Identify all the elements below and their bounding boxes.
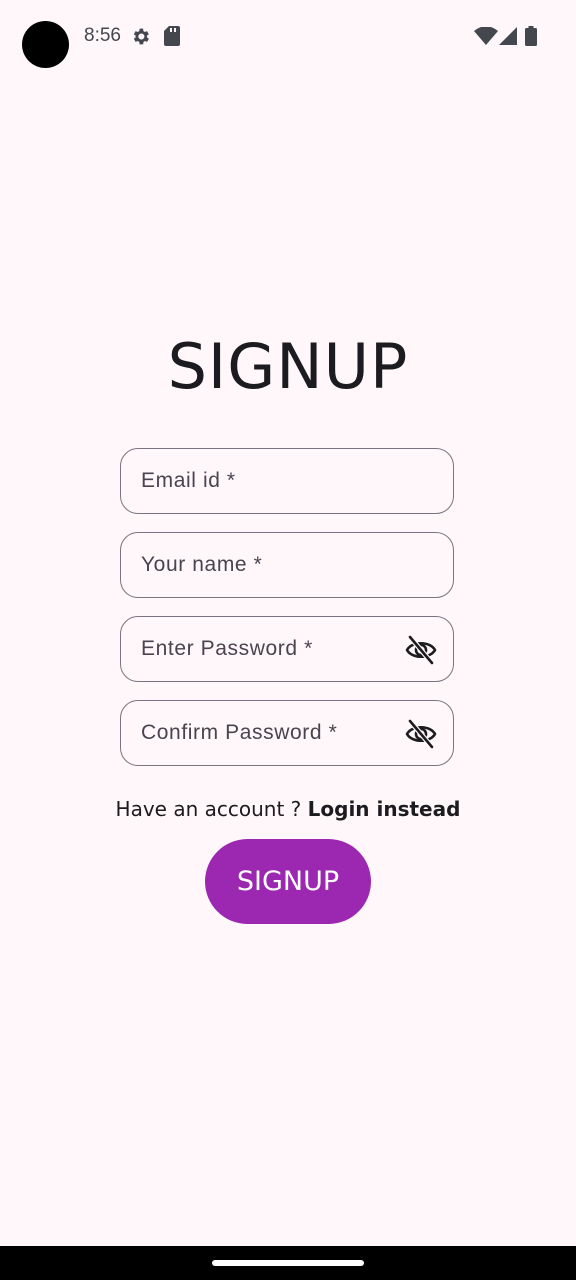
home-indicator[interactable] (212, 1260, 364, 1266)
camera-cutout (22, 21, 69, 68)
confirm-password-input[interactable] (141, 701, 401, 765)
page-title: SIGNUP (167, 330, 409, 403)
password-input[interactable] (141, 617, 401, 681)
navigation-bar (0, 1246, 576, 1280)
status-bar: 8:56 (0, 0, 576, 76)
login-prompt: Have an account ? Login instead (0, 797, 576, 821)
confirm-password-field[interactable] (120, 700, 454, 766)
wifi-icon (474, 26, 498, 49)
password-field[interactable] (120, 616, 454, 682)
login-prompt-text: Have an account ? (115, 797, 308, 821)
login-instead-link[interactable]: Login instead (308, 797, 461, 821)
battery-icon (525, 26, 537, 50)
signup-button[interactable]: SIGNUP (205, 839, 371, 924)
visibility-off-icon[interactable] (405, 719, 437, 749)
settings-icon (130, 26, 151, 51)
email-field[interactable] (120, 448, 454, 514)
visibility-off-icon[interactable] (405, 635, 437, 665)
cell-signal-icon (499, 27, 517, 49)
name-input[interactable] (141, 533, 401, 597)
sd-card-icon (164, 26, 180, 50)
email-input[interactable] (141, 449, 401, 513)
name-field[interactable] (120, 532, 454, 598)
status-time: 8:56 (84, 25, 121, 46)
